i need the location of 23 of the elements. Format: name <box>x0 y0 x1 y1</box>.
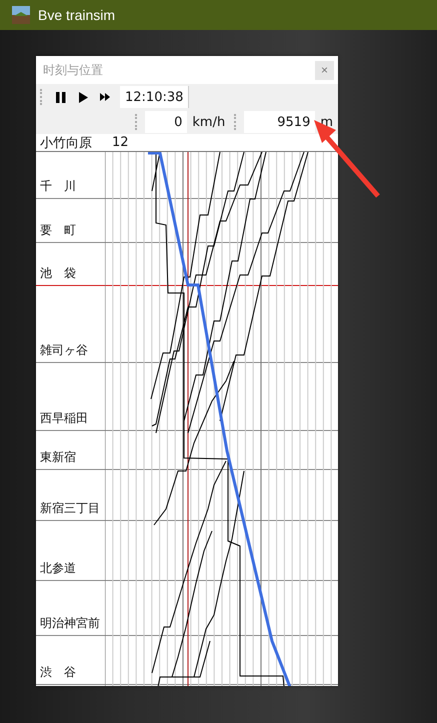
fast-forward-icon <box>100 93 110 101</box>
origin-value: 12 <box>112 135 129 150</box>
speed-display: 0 <box>144 111 188 133</box>
time-display: 12:10:38 <box>120 86 190 108</box>
station-label: 新宿三丁目 <box>40 500 100 517</box>
window-title: Bve trainsim <box>38 7 116 23</box>
station-label: 雑司ヶ谷 <box>40 342 88 359</box>
close-button[interactable]: × <box>315 60 334 80</box>
station-label: 東新宿 <box>40 449 76 466</box>
origin-station: 小竹向原 <box>40 134 92 152</box>
speed-unit: km/h <box>191 114 226 132</box>
station-label: 千 川 <box>40 178 76 195</box>
distance-display: 9519 <box>244 111 316 133</box>
app-icon <box>12 6 30 24</box>
panel-title: 时刻与位置 <box>43 62 103 78</box>
station-label: 明治神宮前 <box>40 615 100 632</box>
play-icon <box>78 92 88 102</box>
station-label: 渋 谷 <box>40 664 76 681</box>
pause-icon <box>56 92 66 102</box>
station-label: 北参道 <box>40 560 76 577</box>
station-label: 西早稲田 <box>40 410 88 427</box>
station-label: 池 袋 <box>40 265 76 282</box>
station-label: 要 町 <box>40 222 76 239</box>
